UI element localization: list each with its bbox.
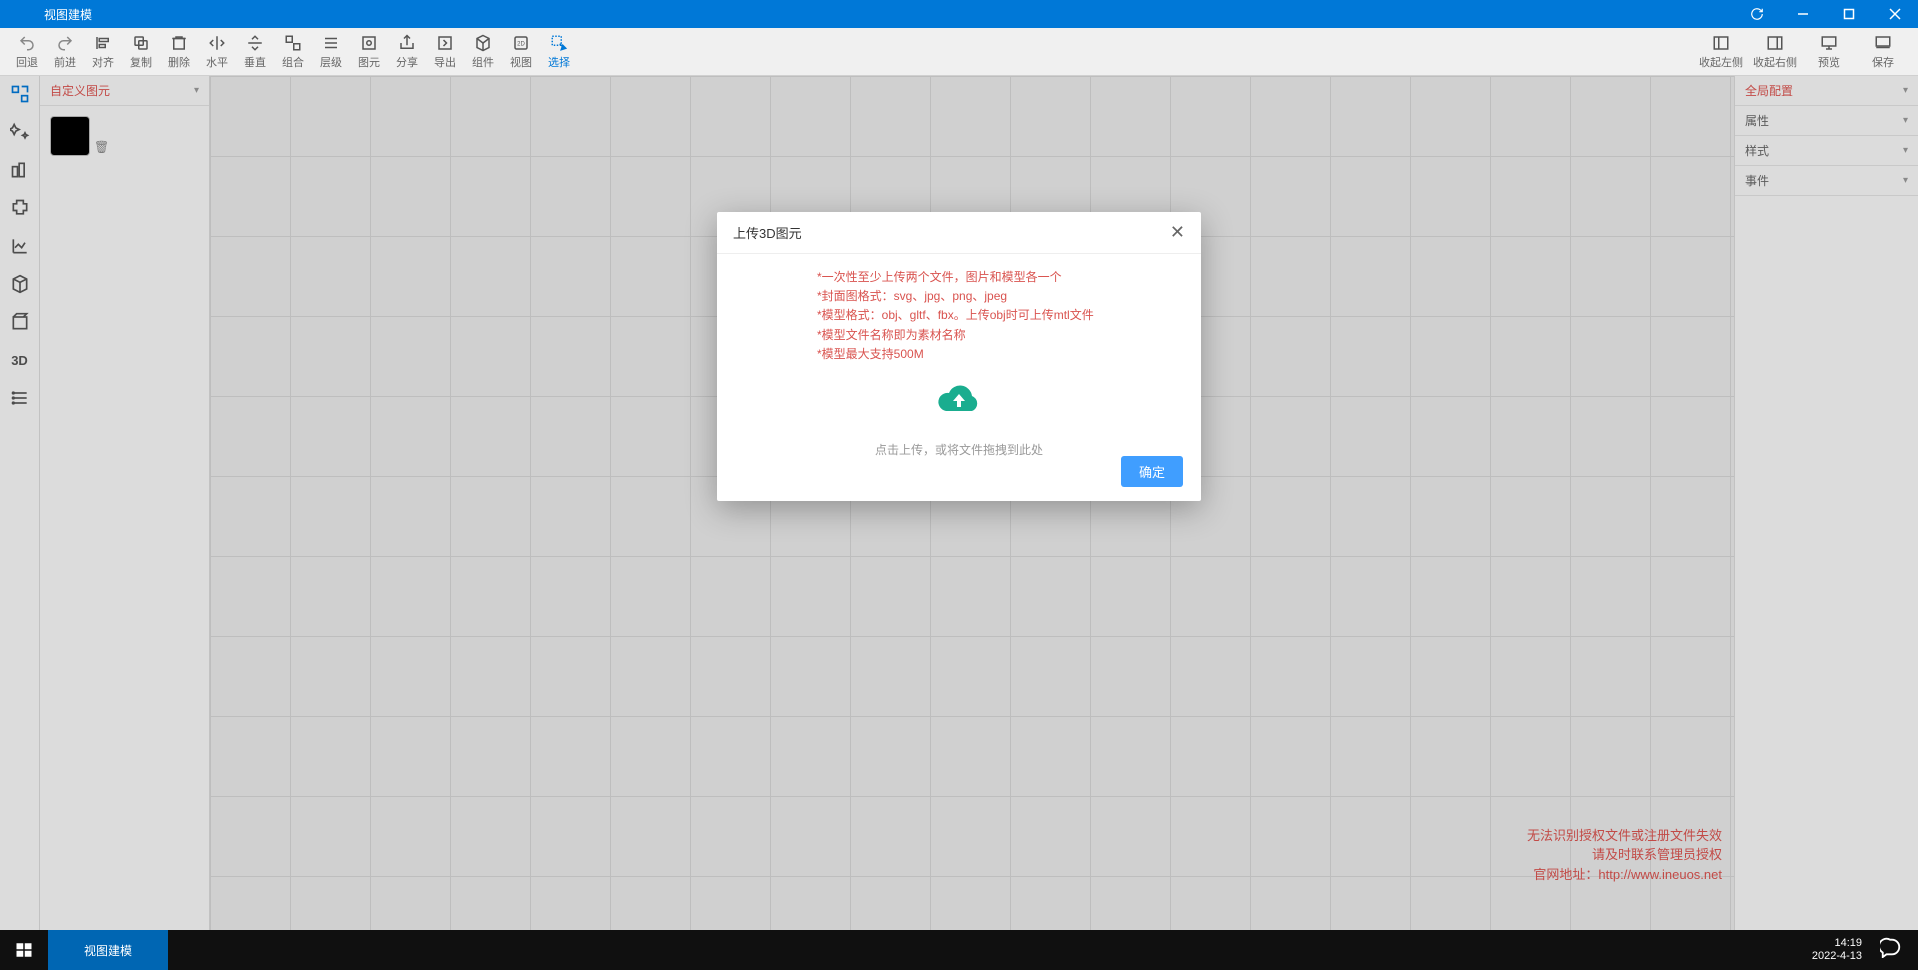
tool-label: 删除 xyxy=(168,54,190,70)
upload-rule: *一次性至少上传两个文件，图片和模型各一个 xyxy=(817,268,1183,287)
tool-vertical[interactable]: 垂直 xyxy=(236,29,274,75)
tool-preview[interactable]: 预览 xyxy=(1802,29,1856,75)
dialog-body: *一次性至少上传两个文件，图片和模型各一个 *封面图格式：svg、jpg、png… xyxy=(717,254,1201,478)
toolbar: 回退 前进 对齐 复制 删除 水平 垂直 组合 层级 图元 分享 导出 xyxy=(0,28,1918,76)
monitor-icon xyxy=(1820,34,1838,52)
clock-date: 2022-4-13 xyxy=(1812,950,1862,963)
dialog-header: 上传3D图元 ✕ xyxy=(717,212,1201,254)
tool-delete[interactable]: 删除 xyxy=(160,29,198,75)
tool-label: 复制 xyxy=(130,54,152,70)
window-titlebar: 视图建模 xyxy=(0,0,1918,28)
tool-hide-right[interactable]: 收起右侧 xyxy=(1748,29,1802,75)
sidebar-right-icon xyxy=(1766,34,1784,52)
export-icon xyxy=(436,34,454,52)
chat-icon[interactable] xyxy=(1880,936,1902,964)
tool-element[interactable]: 图元 xyxy=(350,29,388,75)
tool-label: 垂直 xyxy=(244,54,266,70)
tool-label: 对齐 xyxy=(92,54,114,70)
tool-export[interactable]: 导出 xyxy=(426,29,464,75)
cloud-upload-icon xyxy=(735,374,1183,435)
dialog-title: 上传3D图元 xyxy=(733,223,802,242)
close-button[interactable] xyxy=(1872,0,1918,28)
tool-label: 收起左侧 xyxy=(1699,54,1743,70)
tool-label: 导出 xyxy=(434,54,456,70)
tool-label: 组件 xyxy=(472,54,494,70)
minimize-button[interactable] xyxy=(1780,0,1826,28)
horizontal-icon xyxy=(208,34,226,52)
clock-time: 14:19 xyxy=(1812,937,1862,950)
element-icon xyxy=(360,34,378,52)
upload-rule: *模型文件名称即为素材名称 xyxy=(817,326,1183,345)
tool-label: 收起右侧 xyxy=(1753,54,1797,70)
taskbar: 视图建模 14:19 2022-4-13 xyxy=(0,930,1918,970)
window-title: 视图建模 xyxy=(44,6,92,23)
tool-save[interactable]: 保存 xyxy=(1856,29,1910,75)
tool-layer[interactable]: 层级 xyxy=(312,29,350,75)
clock[interactable]: 14:19 2022-4-13 xyxy=(1812,937,1862,963)
sidebar-left-icon xyxy=(1712,34,1730,52)
tool-label: 分享 xyxy=(396,54,418,70)
delete-icon xyxy=(170,34,188,52)
tool-horizontal[interactable]: 水平 xyxy=(198,29,236,75)
upload-dropzone[interactable]: 点击上传，或将文件拖拽到此处 xyxy=(735,374,1183,460)
tool-redo[interactable]: 前进 xyxy=(46,29,84,75)
tool-label: 回退 xyxy=(16,54,38,70)
tool-group[interactable]: 组合 xyxy=(274,29,312,75)
system-tray: 14:19 2022-4-13 xyxy=(1812,936,1918,964)
tool-label: 视图 xyxy=(510,54,532,70)
save-icon xyxy=(1874,34,1892,52)
upload-rule: *封面图格式：svg、jpg、png、jpeg xyxy=(817,287,1183,306)
tool-hide-left[interactable]: 收起左侧 xyxy=(1694,29,1748,75)
tool-label: 预览 xyxy=(1818,54,1840,70)
undo-icon xyxy=(18,34,36,52)
tool-select[interactable]: 选择 xyxy=(540,29,578,75)
taskbar-app-item[interactable]: 视图建模 xyxy=(48,930,168,970)
svg-text:2D: 2D xyxy=(517,41,525,47)
select-icon xyxy=(550,34,568,52)
tool-label: 保存 xyxy=(1872,54,1894,70)
align-icon xyxy=(94,34,112,52)
share-icon xyxy=(398,34,416,52)
layer-icon xyxy=(322,34,340,52)
tool-view[interactable]: 2D 视图 xyxy=(502,29,540,75)
main-area: 3D 自定义图元 ▾ 🗑 无法识别授权文件或注册文件失效 请及时联系管理员授权 … xyxy=(0,76,1918,930)
view-icon: 2D xyxy=(512,34,530,52)
tool-undo[interactable]: 回退 xyxy=(8,29,46,75)
tool-label: 层级 xyxy=(320,54,342,70)
upload-rule: *模型最大支持500M xyxy=(817,345,1183,364)
vertical-icon xyxy=(246,34,264,52)
tool-component[interactable]: 组件 xyxy=(464,29,502,75)
tool-align[interactable]: 对齐 xyxy=(84,29,122,75)
maximize-button[interactable] xyxy=(1826,0,1872,28)
upload-hint-text: 点击上传，或将文件拖拽到此处 xyxy=(735,441,1183,460)
upload-rule: *模型格式：obj、gltf、fbx。上传obj时可上传mtl文件 xyxy=(817,306,1183,325)
start-button[interactable] xyxy=(0,930,48,970)
tool-label: 图元 xyxy=(358,54,380,70)
close-icon[interactable]: ✕ xyxy=(1170,222,1185,243)
tool-copy[interactable]: 复制 xyxy=(122,29,160,75)
component-icon xyxy=(474,34,492,52)
upload-3d-dialog: 上传3D图元 ✕ *一次性至少上传两个文件，图片和模型各一个 *封面图格式：sv… xyxy=(717,212,1201,501)
tool-label: 前进 xyxy=(54,54,76,70)
redo-icon xyxy=(56,34,74,52)
tool-label: 组合 xyxy=(282,54,304,70)
tool-label: 选择 xyxy=(548,54,570,70)
window-controls xyxy=(1734,0,1918,28)
copy-icon xyxy=(132,34,150,52)
modal-overlay: 上传3D图元 ✕ *一次性至少上传两个文件，图片和模型各一个 *封面图格式：sv… xyxy=(0,76,1918,930)
tool-share[interactable]: 分享 xyxy=(388,29,426,75)
refresh-icon[interactable] xyxy=(1734,0,1780,28)
group-icon xyxy=(284,34,302,52)
tool-label: 水平 xyxy=(206,54,228,70)
taskbar-app-label: 视图建模 xyxy=(84,942,132,959)
